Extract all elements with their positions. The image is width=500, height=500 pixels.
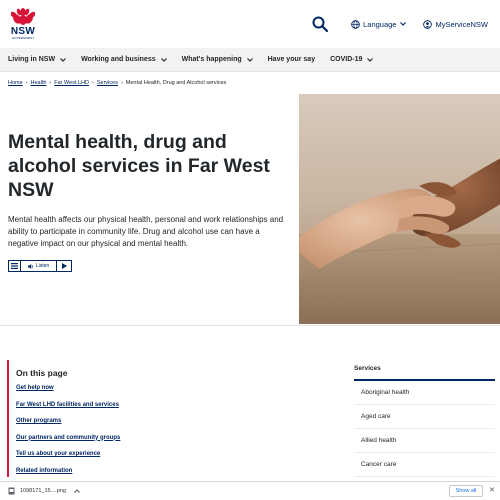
nav-item-covid-19[interactable]: COVID-19 [330,56,374,63]
breadcrumb-separator-icon: › [25,80,28,86]
nsw-government-logo[interactable]: NSW GOVERNMENT [8,8,38,40]
on-this-page-title: On this page [16,368,68,378]
show-all-downloads-button[interactable]: Show all [449,485,483,497]
chevron-down-icon [246,57,253,62]
logo-subtext: GOVERNMENT [11,36,35,40]
page-intro: Mental health affects our physical healt… [8,215,284,248]
services-item-allied-health[interactable]: Allied health [354,429,495,453]
site-header: NSW GOVERNMENT Language MyServiceNSW [0,0,500,48]
listen-button[interactable]: Listen [21,261,57,271]
breadcrumb-current: Mental Health, Drug and Alcohol services [125,80,227,86]
chevron-down-icon [400,22,407,26]
nav-item-label: Living in NSW [8,56,56,63]
on-this-page-link[interactable]: Our partners and community groups [16,435,167,441]
chevron-down-icon [60,57,66,62]
hero-section: Mental health, drug and alcohol services… [0,94,500,324]
play-icon [61,263,67,269]
holding-hands-image [299,94,500,324]
nav-item-whats-happening[interactable]: What's happening [182,56,253,63]
close-icon[interactable]: ✕ [489,487,495,495]
logo-wordmark: NSW [10,26,36,37]
hero-image-holding-hands [299,94,500,324]
services-item-cancer-care[interactable]: Cancer care [354,453,495,477]
section-divider [0,325,500,326]
chevron-down-icon [367,57,374,62]
nav-item-label: COVID-19 [330,56,363,63]
my-service-label: MyServiceNSW [435,19,488,29]
services-item-aged-care[interactable]: Aged care [354,405,495,429]
play-button[interactable] [57,261,71,271]
chevron-up-icon[interactable] [74,489,80,493]
language-selector[interactable]: Language [351,20,409,29]
download-item[interactable]: 1098171_15....png [8,487,85,495]
on-this-page-nav: On this page Get help now Far West LHD f… [7,360,167,477]
breadcrumb-separator-icon: › [49,80,52,86]
nav-item-label: Working and business [81,56,156,63]
on-this-page-link[interactable]: Related information [16,468,167,474]
search-button[interactable] [311,15,329,33]
breadcrumb-link-home[interactable]: Home [8,80,23,86]
on-this-page-link[interactable]: Far West LHD facilities and services [16,402,167,408]
breadcrumb: Home › Health › Far West LHD › Services … [0,72,500,94]
my-service-nsw-link[interactable]: MyServiceNSW [423,20,488,29]
speaker-icon [27,263,33,269]
hero-text: Mental health, drug and alcohol services… [8,130,288,272]
waratah-logo-icon [11,8,35,25]
nav-item-have-your-say[interactable]: Have your say [268,56,315,63]
globe-icon [351,19,360,29]
on-this-page-link[interactable]: Get help now [16,385,167,391]
nav-item-living-in-nsw[interactable]: Living in NSW [8,56,66,63]
download-file-name: 1098171_15....png [20,488,66,494]
download-bar: 1098171_15....png Show all ✕ [0,481,500,500]
language-label: Language [363,19,397,29]
listen-widget: Listen [8,260,72,272]
nav-item-working-and-business[interactable]: Working and business [81,56,167,63]
on-this-page-link[interactable]: Tell us about your experience [16,451,167,457]
breadcrumb-link-services[interactable]: Services [97,80,118,86]
breadcrumb-link-health[interactable]: Health [31,80,47,86]
breadcrumb-separator-icon: › [120,80,123,86]
services-title: Services [354,360,495,381]
image-file-icon [8,487,15,495]
nav-item-label: Have your say [267,56,316,63]
breadcrumb-link-far-west-lhd[interactable]: Far West LHD [54,80,89,86]
on-this-page-link[interactable]: Other programs [16,418,167,424]
search-icon [312,16,329,33]
user-icon [423,19,433,29]
main-navigation: Living in NSW Working and business What'… [0,48,500,72]
page-title: Mental health, drug and alcohol services… [8,131,270,201]
chevron-down-icon [160,57,167,62]
breadcrumb-separator-icon: › [92,80,94,86]
services-sidebar: Services Aboriginal health Aged care All… [354,360,495,477]
nav-item-label: What's happening [181,56,242,63]
services-item-aboriginal-health[interactable]: Aboriginal health [354,381,495,405]
header-actions: Language MyServiceNSW [311,15,488,33]
listen-label: Listen [35,263,50,269]
menu-icon [11,263,18,269]
listen-menu-button[interactable] [9,261,21,271]
